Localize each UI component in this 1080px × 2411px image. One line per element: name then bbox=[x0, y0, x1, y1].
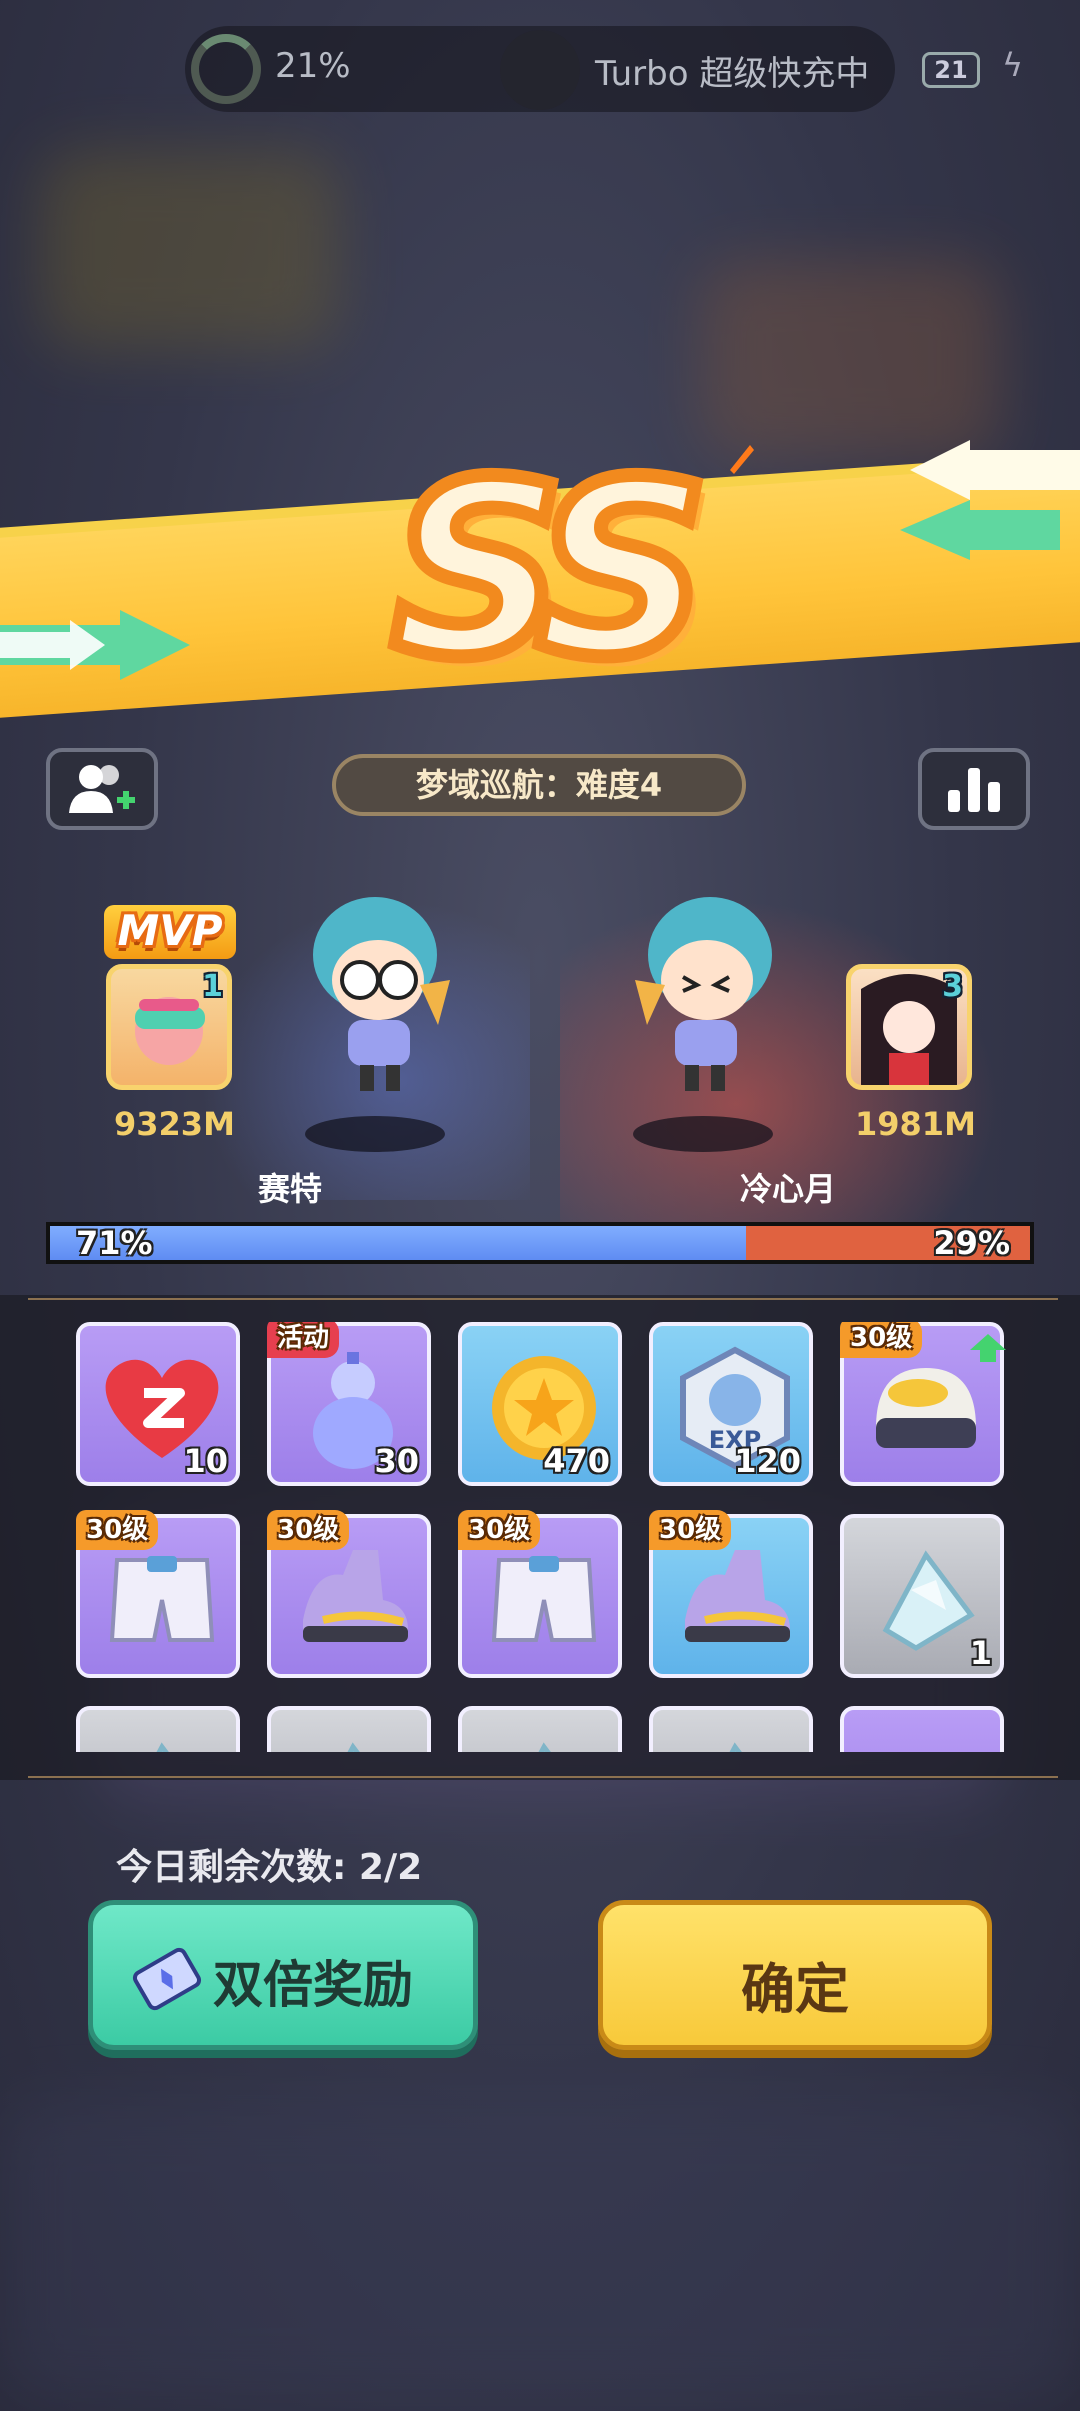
grade-ss: SS bbox=[384, 423, 715, 717]
reward-slot[interactable]: 活动 30 bbox=[267, 1322, 431, 1486]
upgrade-arrow-icon bbox=[970, 1334, 1006, 1362]
left-player-rank: 1 bbox=[202, 969, 223, 1004]
reward-quantity: 10 bbox=[183, 1442, 228, 1480]
character-right-icon bbox=[635, 897, 772, 1091]
charging-status: Turbo 超级快充中 bbox=[595, 54, 870, 94]
add-friend-button[interactable] bbox=[46, 748, 158, 830]
reward-tag: 30级 bbox=[458, 1510, 541, 1550]
reward-slot[interactable]: 30级 bbox=[840, 1322, 1006, 1486]
reward-slot[interactable] bbox=[76, 1706, 240, 1752]
crystal-shard-icon bbox=[729, 1742, 742, 1752]
reward-slot[interactable] bbox=[267, 1706, 431, 1752]
sneaker-icon bbox=[303, 1550, 408, 1642]
contribution-bar: 71% 29% bbox=[46, 1222, 1034, 1264]
reward-slot[interactable]: 1 bbox=[840, 1514, 1004, 1678]
character-left-icon bbox=[313, 897, 450, 1091]
add-friend-icon bbox=[69, 765, 135, 813]
reward-slot[interactable]: 30级 bbox=[267, 1510, 431, 1678]
reward-tag: 活动 bbox=[267, 1322, 340, 1358]
sneaker-icon bbox=[685, 1550, 790, 1642]
right-contribution-text: 29% bbox=[933, 1224, 1010, 1262]
bar-chart-icon bbox=[948, 768, 1000, 812]
left-contribution-fill bbox=[50, 1226, 746, 1260]
right-player-name: 冷心月 bbox=[740, 1170, 837, 1208]
remaining-attempts: 今日剩余次数: 2/2 bbox=[116, 1847, 423, 1888]
ticket-icon bbox=[132, 1947, 202, 2011]
battery-percent: 21% bbox=[275, 46, 351, 86]
battery-icon: 21 bbox=[922, 52, 980, 88]
shadow bbox=[633, 1116, 773, 1152]
shorts-icon bbox=[109, 1556, 215, 1642]
left-player-distance: 9323M bbox=[114, 1105, 235, 1143]
reward-quantity: 30 bbox=[374, 1442, 419, 1480]
status-bar: 21% Turbo 超级快充中 bbox=[185, 26, 895, 112]
reward-slot[interactable]: 10 bbox=[76, 1322, 240, 1486]
divider bbox=[28, 1776, 1058, 1778]
stage-title: 梦域巡航：难度4 bbox=[332, 754, 746, 816]
reward-quantity: 1 bbox=[969, 1634, 992, 1672]
right-player-avatar[interactable]: 3 bbox=[846, 964, 972, 1090]
right-player-rank: 3 bbox=[942, 969, 963, 1004]
reward-tag: 30级 bbox=[267, 1510, 350, 1550]
reward-quantity: 470 bbox=[543, 1442, 610, 1480]
reward-slot[interactable] bbox=[649, 1706, 813, 1752]
charging-bolt-icon: ϟ bbox=[1002, 46, 1024, 84]
reward-tag: 30级 bbox=[840, 1322, 923, 1358]
status-dot-icon bbox=[500, 30, 580, 110]
item-icon bbox=[856, 1722, 996, 1752]
double-reward-label: 双倍奖励 bbox=[213, 1956, 413, 2014]
crystal-shard-icon bbox=[538, 1742, 551, 1752]
banner-arrow-left-icon bbox=[0, 610, 190, 680]
left-player-name: 赛特 bbox=[258, 1170, 323, 1208]
reward-slot[interactable]: 470 bbox=[458, 1322, 622, 1486]
divider bbox=[28, 1298, 1058, 1300]
sparkle-icon bbox=[730, 445, 754, 474]
crystal-shard-icon bbox=[347, 1742, 360, 1752]
reward-quantity: 120 bbox=[734, 1442, 801, 1480]
left-player-avatar[interactable]: 1 bbox=[106, 964, 232, 1090]
reward-slot[interactable]: 30级 bbox=[649, 1510, 813, 1678]
reward-slot[interactable] bbox=[840, 1706, 1004, 1752]
banner-arrow-right-icon bbox=[900, 440, 1080, 560]
shadow bbox=[305, 1116, 445, 1152]
reward-tag: 30级 bbox=[76, 1510, 159, 1550]
confirm-button[interactable]: 确定 bbox=[598, 1900, 992, 2050]
mvp-badge: MVP bbox=[104, 905, 236, 959]
reward-tag: 30级 bbox=[649, 1510, 732, 1550]
crystal-shard-icon bbox=[156, 1742, 169, 1752]
reward-slot[interactable]: 30级 bbox=[76, 1510, 240, 1678]
right-player-distance: 1981M bbox=[855, 1105, 976, 1143]
battery-ring-icon bbox=[191, 34, 261, 104]
reward-slot[interactable] bbox=[458, 1706, 622, 1752]
left-contribution-text: 71% bbox=[76, 1224, 153, 1262]
stats-button[interactable] bbox=[918, 748, 1030, 830]
reward-grid: 10 活动 30 470 EXP 120 30级 30级 30级 30级 30级 1 bbox=[76, 1322, 1006, 1752]
reward-slot[interactable]: 30级 bbox=[458, 1510, 622, 1678]
confirm-label: 确定 bbox=[741, 1958, 849, 2021]
double-reward-button[interactable]: 双倍奖励 bbox=[88, 1900, 478, 2050]
shorts-icon bbox=[491, 1556, 597, 1642]
reward-slot[interactable]: EXP 120 bbox=[649, 1322, 813, 1486]
